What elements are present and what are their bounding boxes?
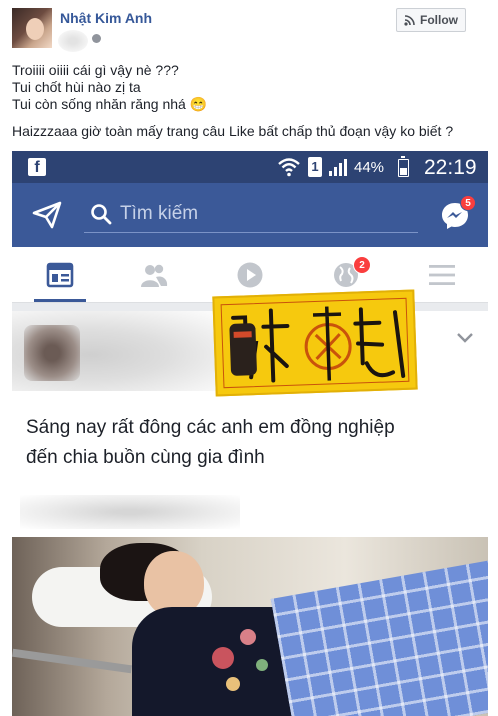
caption-line: Tui còn sống nhăn răng nhá 😁 [12,96,208,112]
author-avatar[interactable] [12,8,52,48]
story-avatar-blurred [24,325,80,381]
battery-icon [398,156,409,177]
play-icon[interactable] [236,261,264,289]
audience-globe-icon [92,34,101,43]
author-name[interactable]: Nhật Kim Anh [60,10,152,26]
notification-badge: 2 [353,256,371,274]
post-header: Nhật Kim Anh Follow [0,0,498,56]
battery-percent: 44% [354,159,385,176]
caption-line: Haizzzaaa giờ toàn mấy trang câu Like bấ… [12,123,454,139]
clock: 22:19 [424,156,477,179]
shared-screenshot[interactable]: f 1 44% 22:19 Tìm kiếm 5 2 Sáng nay rất … [12,151,488,716]
friends-icon[interactable] [140,261,168,289]
story-text: Sáng nay rất đông các anh em đồng nghiệp… [26,413,476,473]
search-input[interactable]: Tìm kiếm [84,193,418,233]
story-photo[interactable] [12,537,488,716]
camera-send-icon[interactable] [32,201,62,234]
talisman-overlay-image [212,289,418,397]
facebook-app-icon: f [28,158,46,176]
signal-icon [328,158,350,181]
messenger-badge: 5 [460,195,476,211]
story-text-line: đến chia buồn cùng gia đình [26,447,265,468]
wifi-icon [278,157,300,182]
rss-icon [404,14,415,26]
story-text-line: Sáng nay rất đông các anh em đồng nghiệp [26,417,395,438]
link-preview-blurred [20,495,240,529]
search-placeholder: Tìm kiếm [120,203,199,224]
active-tab-indicator [34,299,86,302]
fb-top-bar: Tìm kiếm 5 [12,183,488,247]
phone-status-bar: f 1 44% 22:19 [12,151,488,183]
hamburger-icon[interactable] [428,261,456,289]
post-caption: Troiiii oiiii cái gì vậy nè ??? Tui chốt… [12,62,490,140]
sim-icon: 1 [308,157,322,177]
follow-button[interactable]: Follow [396,8,466,32]
post-timestamp-blurred [58,30,88,52]
caption-line: Tui chốt hùi nào zị ta [12,79,141,95]
follow-label: Follow [420,13,458,27]
search-icon [90,203,112,230]
feed-story[interactable]: Sáng nay rất đông các anh em đồng nghiệp… [12,289,488,716]
chevron-down-icon[interactable] [456,331,474,349]
caption-line: Troiiii oiiii cái gì vậy nè ??? [12,62,179,78]
news-feed-icon[interactable] [46,261,74,289]
